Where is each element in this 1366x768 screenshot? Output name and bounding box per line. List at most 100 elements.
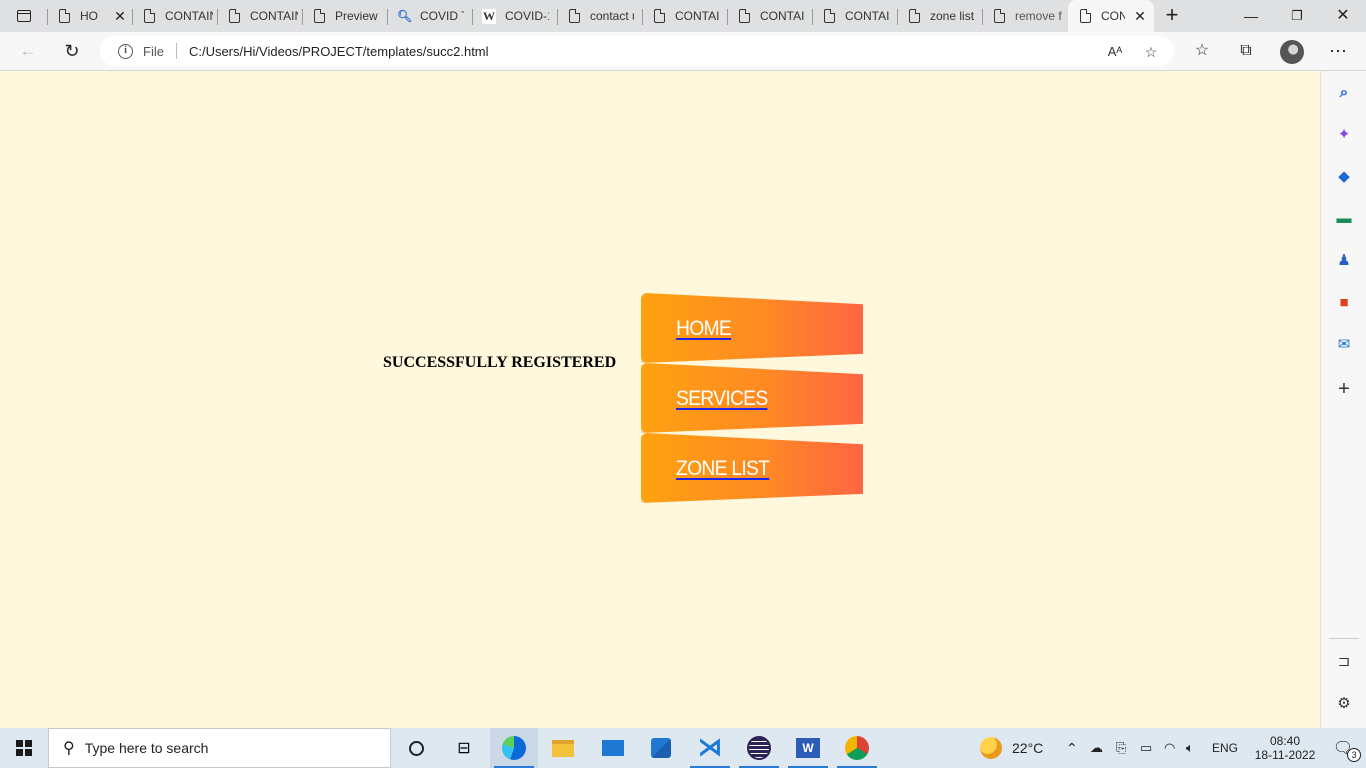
tab[interactable]: CONTAIN [727,2,812,30]
tab-label: contact u [590,9,634,23]
collections-icon[interactable]: ⧉ [1231,36,1261,66]
clock[interactable]: 08:40 18-11-2022 [1252,728,1318,768]
menu-item-home[interactable]: HOME [641,293,863,363]
search-icon: ⚲ [63,740,75,757]
registration-success-message: SUCCESSFULLY REGISTERED [383,354,617,371]
tab-actions-button[interactable] [8,5,40,27]
tab-label: Preview A [335,9,379,23]
add-favorite-icon[interactable]: ☆ [1142,43,1160,61]
chevron-up-icon: ⌃ [1066,739,1078,756]
tab[interactable]: remove f [982,2,1067,30]
notification-center-button[interactable]: 🗨︎ 3 [1320,728,1366,768]
info-icon[interactable]: i [118,43,133,59]
settings-gear-icon[interactable]: ⚙ [1333,693,1355,715]
eclipse-icon [747,736,771,760]
tab-label: CONTAIN [845,9,889,23]
tab-label: CONTAIN [675,9,719,23]
language-indicator[interactable]: ENG [1212,728,1238,768]
document-icon [314,9,325,23]
favorites-icon[interactable]: ☆ [1187,36,1217,66]
back-button[interactable]: ← [13,36,43,66]
battery-icon[interactable]: ▭ [1140,728,1152,768]
notification-count-badge: 3 [1347,748,1362,762]
more-menu-icon[interactable]: ⋯ [1323,36,1353,66]
close-window-button[interactable]: ✕ [1320,0,1366,32]
profile-avatar[interactable] [1280,40,1304,64]
chrome-taskbar-app[interactable] [833,728,881,768]
tab[interactable]: CONTAIN [217,2,302,30]
document-icon [654,9,665,23]
task-view-button[interactable]: ⊟ [440,728,488,768]
tab[interactable]: W COVID-1 [472,2,557,30]
tab-label: CONTAIN [250,9,298,23]
vscode-icon: ⋊ [698,734,722,761]
show-hidden-icons-button[interactable]: ⌃ [1066,728,1078,768]
home-link[interactable]: HOME [676,317,732,341]
start-button[interactable] [0,728,48,768]
document-icon [994,9,1005,23]
vscode-taskbar-app[interactable]: ⋊ [686,728,734,768]
wifi-icon[interactable]: ◠ [1164,728,1175,768]
clock-time: 08:40 [1269,734,1301,748]
taskbar-search-box[interactable]: ⚲ Type here to search [48,728,391,768]
tab[interactable]: zone list [897,2,982,30]
close-tab-icon[interactable]: ✕ [112,8,128,24]
word-icon: W [796,738,820,758]
tab-label: COVID-1 [505,9,549,23]
new-tab-button[interactable]: + [1158,3,1186,29]
menu-item-services[interactable]: SERVICES [641,363,863,433]
tab-label: CONTAIN [760,9,804,23]
read-aloud-icon[interactable]: Aᴬ [1106,43,1124,61]
shopping-tag-icon[interactable]: ◆ [1333,166,1355,188]
search-icon[interactable]: ⌕ [1333,82,1355,104]
word-taskbar-app[interactable]: W [784,728,832,768]
menu-item-zone-list[interactable]: ZONE LIST [641,433,863,503]
edge-icon [502,736,526,760]
document-icon [229,9,240,23]
tab-strip: HO ✕ CONTAIN CONTAIN Preview A 🔍︎ COVID … [0,0,1366,32]
tab-active[interactable]: CON ✕ [1068,0,1154,32]
hide-sidebar-icon[interactable]: ⊐ [1333,651,1355,673]
onedrive-icon[interactable]: ☁ [1090,728,1103,768]
search-icon: 🔍︎ [397,9,413,23]
outlook-icon[interactable]: ✉ [1333,334,1355,356]
url-text[interactable]: C:/Users/Hi/Videos/PROJECT/templates/suc… [189,44,489,59]
games-icon[interactable]: ♟ [1333,250,1355,272]
edge-taskbar-app[interactable] [490,728,538,768]
refresh-button[interactable]: ↻ [57,36,87,66]
meet-now-icon[interactable]: ⎘ [1116,728,1126,768]
document-icon [909,9,920,23]
cortana-circle-icon [408,740,424,756]
clock-date: 18-11-2022 [1254,748,1316,762]
cortana-button[interactable] [392,728,440,768]
tab[interactable]: CONTAIN [642,2,727,30]
tab[interactable]: CONTAIN [812,2,897,30]
volume-icon[interactable]: 🔈︎ [1186,728,1194,768]
store-taskbar-app[interactable] [637,728,685,768]
search-placeholder: Type here to search [84,740,209,756]
close-tab-icon[interactable]: ✕ [1132,8,1148,24]
tab[interactable]: 🔍︎ COVID TI [387,2,472,30]
tab[interactable]: contact u [557,2,642,30]
services-link[interactable]: SERVICES [676,387,768,411]
tab[interactable]: HO ✕ [47,2,134,30]
mail-taskbar-app[interactable] [589,728,637,768]
office-icon[interactable]: ■ [1333,292,1355,314]
weather-icon [980,737,1002,759]
address-bar[interactable]: i File C:/Users/Hi/Videos/PROJECT/templa… [100,36,1174,66]
weather-widget[interactable]: 22°C [980,728,1043,768]
task-view-icon: ⊟ [457,740,471,757]
eclipse-taskbar-app[interactable] [735,728,783,768]
tab-label: CON [1101,9,1125,23]
add-sidebar-app-icon[interactable]: + [1333,378,1355,400]
tools-briefcase-icon[interactable]: ▬ [1333,208,1355,230]
zone-list-link[interactable]: ZONE LIST [676,457,770,481]
discover-sparkle-icon[interactable]: ✦ [1333,124,1355,146]
tab[interactable]: Preview A [302,2,387,30]
file-explorer-taskbar-app[interactable] [539,728,587,768]
restore-button[interactable]: ❐ [1274,0,1320,32]
minimize-button[interactable]: — [1228,0,1274,32]
chrome-icon [845,736,869,760]
tab-label: zone list [930,9,975,23]
tab[interactable]: CONTAIN [132,2,217,30]
